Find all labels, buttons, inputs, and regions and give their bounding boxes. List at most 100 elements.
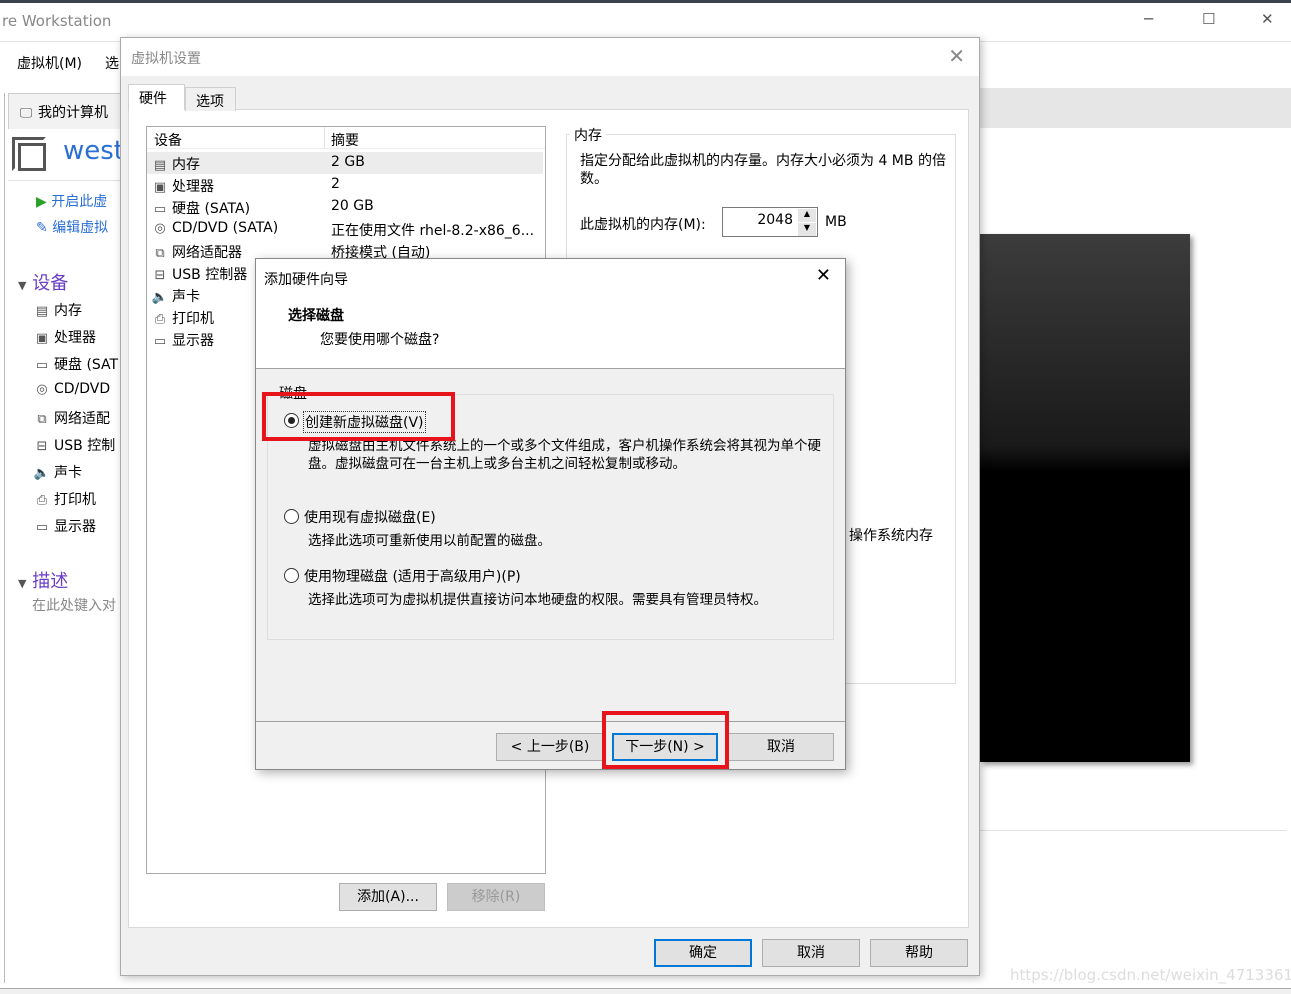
edit-icon: ✎ bbox=[36, 220, 48, 236]
device-network[interactable]: ⧉ 网络适配 bbox=[33, 408, 118, 435]
wizard-heading: 选择磁盘 bbox=[288, 308, 344, 324]
radio-use-existing-disk[interactable] bbox=[284, 509, 299, 524]
monitor-icon: ▭ bbox=[153, 334, 167, 349]
add-button[interactable]: 添加(A)... bbox=[339, 883, 437, 911]
network-icon: ⧉ bbox=[155, 246, 165, 261]
table-row[interactable]: ◎ CD/DVD (SATA) 正在使用文件 rhel-8.2-x86_6... bbox=[147, 218, 543, 240]
device-label: CD/DVD bbox=[54, 381, 111, 397]
cancel-button[interactable]: 取消 bbox=[762, 939, 860, 967]
add-hardware-wizard: 添加硬件向导 ✕ 选择磁盘 您要使用哪个磁盘? 磁盘 创建新虚拟磁盘(V) 虚拟… bbox=[255, 258, 846, 770]
device-memory[interactable]: ▤ 内存 bbox=[33, 300, 118, 327]
dialog-titlebar bbox=[121, 38, 979, 76]
cd-icon: ◎ bbox=[36, 382, 48, 397]
summary-cell: 20 GB bbox=[331, 198, 374, 214]
summary-cell: 2 bbox=[331, 176, 340, 192]
cpu-icon: ▣ bbox=[153, 180, 167, 195]
wizard-header: 添加硬件向导 ✕ 选择磁盘 您要使用哪个磁盘? bbox=[256, 259, 845, 369]
decrement-icon[interactable]: ▼ bbox=[798, 223, 816, 236]
option-existing-label[interactable]: 使用现有虚拟磁盘(E) bbox=[304, 507, 436, 527]
option-physical-label[interactable]: 使用物理磁盘 (适用于高级用户)(P) bbox=[304, 566, 521, 586]
device-label: 显示器 bbox=[54, 519, 96, 535]
minimize-icon[interactable]: ─ bbox=[1144, 10, 1153, 28]
wizard-subheading: 您要使用哪个磁盘? bbox=[320, 332, 440, 348]
memory-icon: ▤ bbox=[153, 158, 167, 173]
wizard-title: 添加硬件向导 bbox=[264, 272, 348, 288]
summary-cell: 正在使用文件 rhel-8.2-x86_6... bbox=[331, 223, 535, 239]
library-device-list: ▤ 内存 ▣ 处理器 ▭ 硬盘 (SAT ◎ CD/DVD ⧉ 网络适配 ⊟ USB 控制 … bbox=[33, 300, 118, 543]
device-label: 打印机 bbox=[54, 492, 96, 508]
column-header-summary[interactable]: 摘要 bbox=[331, 130, 359, 150]
device-cpu[interactable]: ▣ 处理器 bbox=[33, 327, 118, 354]
close-icon[interactable]: ✕ bbox=[816, 265, 831, 286]
device-cell: CD/DVD (SATA) bbox=[172, 220, 279, 236]
ok-button[interactable]: 确定 bbox=[654, 939, 752, 967]
device-usb[interactable]: ⊟ USB 控制 bbox=[33, 435, 118, 462]
device-display[interactable]: ▭ 显示器 bbox=[33, 516, 118, 543]
device-printer[interactable]: ⎙ 打印机 bbox=[33, 489, 118, 516]
network-icon: ⧉ bbox=[37, 412, 47, 427]
device-label: 处理器 bbox=[54, 330, 96, 346]
memory-unit: MB bbox=[825, 214, 847, 230]
column-header-device[interactable]: 设备 bbox=[154, 130, 182, 150]
tab-options[interactable]: 选项 bbox=[185, 87, 236, 111]
collapse-icon: ▼ bbox=[18, 279, 27, 292]
speaker-icon: 🔈 bbox=[151, 290, 169, 305]
memory-description: 指定分配给此虚拟机的内存量。内存大小必须为 4 MB 的倍数。 bbox=[580, 153, 946, 187]
description-section-header[interactable]: ▼ 描述 bbox=[18, 567, 68, 593]
table-header: 设备 摘要 bbox=[147, 127, 545, 149]
close-icon[interactable]: ✕ bbox=[948, 44, 965, 68]
description-input[interactable]: 在此处键入对 bbox=[32, 595, 116, 615]
app-title: re Workstation bbox=[2, 12, 112, 30]
wizard-cancel-button[interactable]: 取消 bbox=[728, 733, 834, 761]
play-icon: ▶ bbox=[36, 194, 47, 210]
tab-hardware[interactable]: 硬件 bbox=[128, 84, 185, 110]
tab-bar bbox=[980, 88, 1291, 128]
option-physical-desc: 选择此选项可为虚拟机提供直接访问本地硬盘的权限。需要具有管理员特权。 bbox=[308, 592, 767, 608]
edit-settings-link[interactable]: ✎ 编辑虚拟 bbox=[36, 217, 108, 237]
table-row[interactable]: ▭ 硬盘 (SATA) 20 GB bbox=[147, 196, 543, 218]
close-icon[interactable]: ✕ bbox=[1261, 10, 1274, 28]
memory-note-fragment: 操作系统内存 bbox=[849, 525, 933, 545]
memory-icon: ▤ bbox=[35, 304, 49, 319]
section-label: 描述 bbox=[32, 571, 69, 592]
device-label: 声卡 bbox=[54, 465, 82, 481]
memory-value: 2048 bbox=[757, 212, 793, 228]
device-label: 网络适配 bbox=[54, 411, 110, 427]
table-row[interactable]: ▣ 处理器 2 bbox=[147, 174, 543, 196]
device-sound[interactable]: 🔈 声卡 bbox=[33, 462, 118, 489]
device-hard-disk[interactable]: ▭ 硬盘 (SAT bbox=[33, 354, 118, 381]
dialog-title: 虚拟机设置 bbox=[131, 51, 201, 67]
back-button[interactable]: < 上一步(B) bbox=[496, 733, 604, 761]
option-existing-desc: 选择此选项可重新使用以前配置的磁盘。 bbox=[308, 533, 551, 549]
tab-my-computer[interactable]: 🖵 我的计算机 bbox=[8, 93, 138, 129]
radio-physical-disk[interactable] bbox=[284, 568, 299, 583]
maximize-icon[interactable]: ☐ bbox=[1202, 10, 1215, 28]
menu-vm[interactable]: 虚拟机(M) bbox=[17, 53, 82, 73]
power-on-link[interactable]: ▶ 开启此虚 bbox=[36, 191, 107, 211]
help-button[interactable]: 帮助 bbox=[870, 939, 968, 967]
device-cell: 内存 bbox=[172, 157, 200, 173]
table-row[interactable]: ▤ 内存 2 GB bbox=[147, 152, 543, 174]
device-cell: 打印机 bbox=[172, 311, 214, 327]
device-cd[interactable]: ◎ CD/DVD bbox=[33, 381, 118, 408]
status-bar bbox=[0, 988, 1291, 994]
printer-icon: ⎙ bbox=[36, 493, 48, 508]
collapse-icon: ▼ bbox=[18, 577, 27, 590]
divider bbox=[256, 721, 845, 722]
usb-icon: ⊟ bbox=[36, 439, 48, 454]
device-cell: 网络适配器 bbox=[172, 245, 242, 261]
menu-options[interactable]: 选 bbox=[105, 53, 119, 73]
devices-section-header[interactable]: ▼ 设备 bbox=[18, 269, 68, 295]
memory-stepper[interactable]: 2048 ▲ ▼ bbox=[722, 207, 818, 237]
hard-disk-icon: ▭ bbox=[153, 202, 167, 217]
section-label: 设备 bbox=[32, 273, 69, 294]
highlight-annotation bbox=[602, 711, 729, 769]
divider bbox=[980, 830, 1287, 831]
vm-screen-thumbnail[interactable] bbox=[980, 234, 1190, 762]
column-divider bbox=[324, 127, 325, 149]
device-cell: 处理器 bbox=[172, 179, 214, 195]
device-label: USB 控制 bbox=[54, 438, 116, 454]
monitor-icon: 🖵 bbox=[19, 106, 33, 121]
increment-icon[interactable]: ▲ bbox=[798, 209, 816, 222]
remove-button[interactable]: 移除(R) bbox=[447, 883, 545, 911]
